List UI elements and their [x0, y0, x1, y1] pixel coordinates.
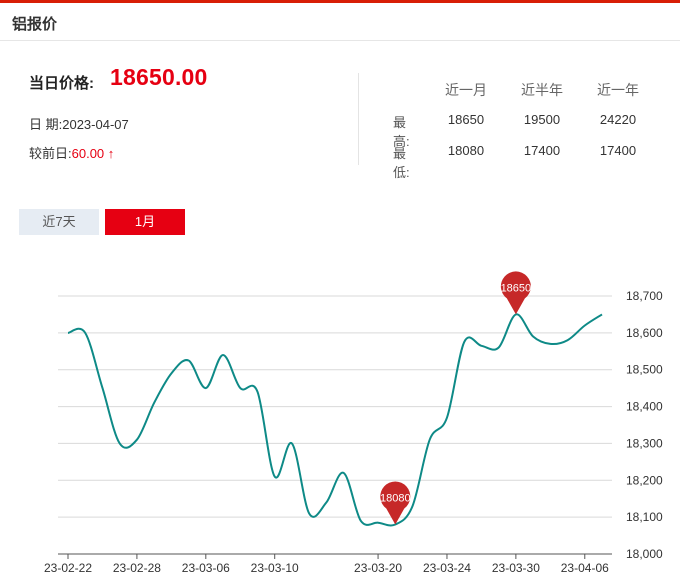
- marker-label: 18080: [380, 493, 411, 505]
- x-tick-label: 23-03-20: [354, 561, 402, 575]
- stats-cell: 24220: [599, 112, 637, 127]
- stats-cell: 17400: [523, 143, 561, 158]
- x-tick-label: 23-03-24: [423, 561, 471, 575]
- x-axis: 23-02-22 23-02-28 23-03-06 23-03-10 23-03-20…: [44, 554, 609, 575]
- y-tick-label: 18,600: [626, 326, 663, 340]
- date-row: 日 期:2023-04-07: [29, 114, 129, 133]
- stats-cell: 18080: [447, 143, 485, 158]
- y-tick-label: 18,700: [626, 289, 663, 303]
- stats-col-header: 近半年: [521, 82, 563, 98]
- y-tick-label: 18,300: [626, 436, 663, 450]
- series-layer: [67, 313, 603, 527]
- max-marker: 18650: [501, 271, 532, 315]
- change-value: 60.00 ↑: [71, 146, 115, 161]
- y-tick-label: 18,500: [626, 363, 663, 377]
- marker-layer: 18650 18080: [380, 271, 532, 525]
- y-tick-label: 18,200: [626, 473, 663, 487]
- stats-col-header: 近一月: [445, 82, 487, 98]
- stats-cell: 19500: [523, 112, 561, 127]
- x-tick-label: 23-03-10: [251, 561, 299, 575]
- price-line-chart: 23-02-22 23-02-28 23-03-06 23-03-10 23-03-20…: [44, 271, 663, 575]
- series-line: [67, 313, 603, 527]
- x-tick-label: 23-02-22: [44, 561, 92, 575]
- x-tick-label: 23-03-30: [492, 561, 540, 575]
- price-value: 18650.00: [110, 64, 208, 90]
- y-tick-label: 18,400: [626, 400, 663, 414]
- date-label: 日 期:: [29, 117, 63, 132]
- panel-header: 铝报价: [0, 3, 680, 41]
- stats-cell: 18650: [447, 112, 485, 127]
- tab-1-month[interactable]: 1月: [105, 209, 185, 235]
- marker-label: 18650: [501, 282, 532, 294]
- vertical-divider: [358, 73, 359, 165]
- y-axis: 18,000 18,100 18,200 18,300 18,400 18,500 18,6…: [626, 289, 663, 561]
- date-value: 2023-04-07: [62, 117, 129, 132]
- stats-row-label-low: 最低:: [393, 146, 410, 180]
- change-label: 较前日:: [29, 146, 72, 161]
- tab-7-days[interactable]: 近7天: [19, 209, 99, 235]
- panel-title: 铝报价: [12, 16, 58, 33]
- change-row: 较前日:60.00 ↑: [29, 143, 114, 162]
- stats-col-header: 近一年: [597, 82, 639, 98]
- y-tick-label: 18,000: [626, 547, 663, 561]
- price-label: 当日价格:: [29, 75, 94, 92]
- stats-cell: 17400: [599, 143, 637, 158]
- x-tick-label: 23-03-06: [182, 561, 230, 575]
- grid-layer: [58, 295, 612, 555]
- y-tick-label: 18,100: [626, 510, 663, 524]
- x-tick-label: 23-02-28: [113, 561, 161, 575]
- x-tick-label: 23-04-06: [561, 561, 609, 575]
